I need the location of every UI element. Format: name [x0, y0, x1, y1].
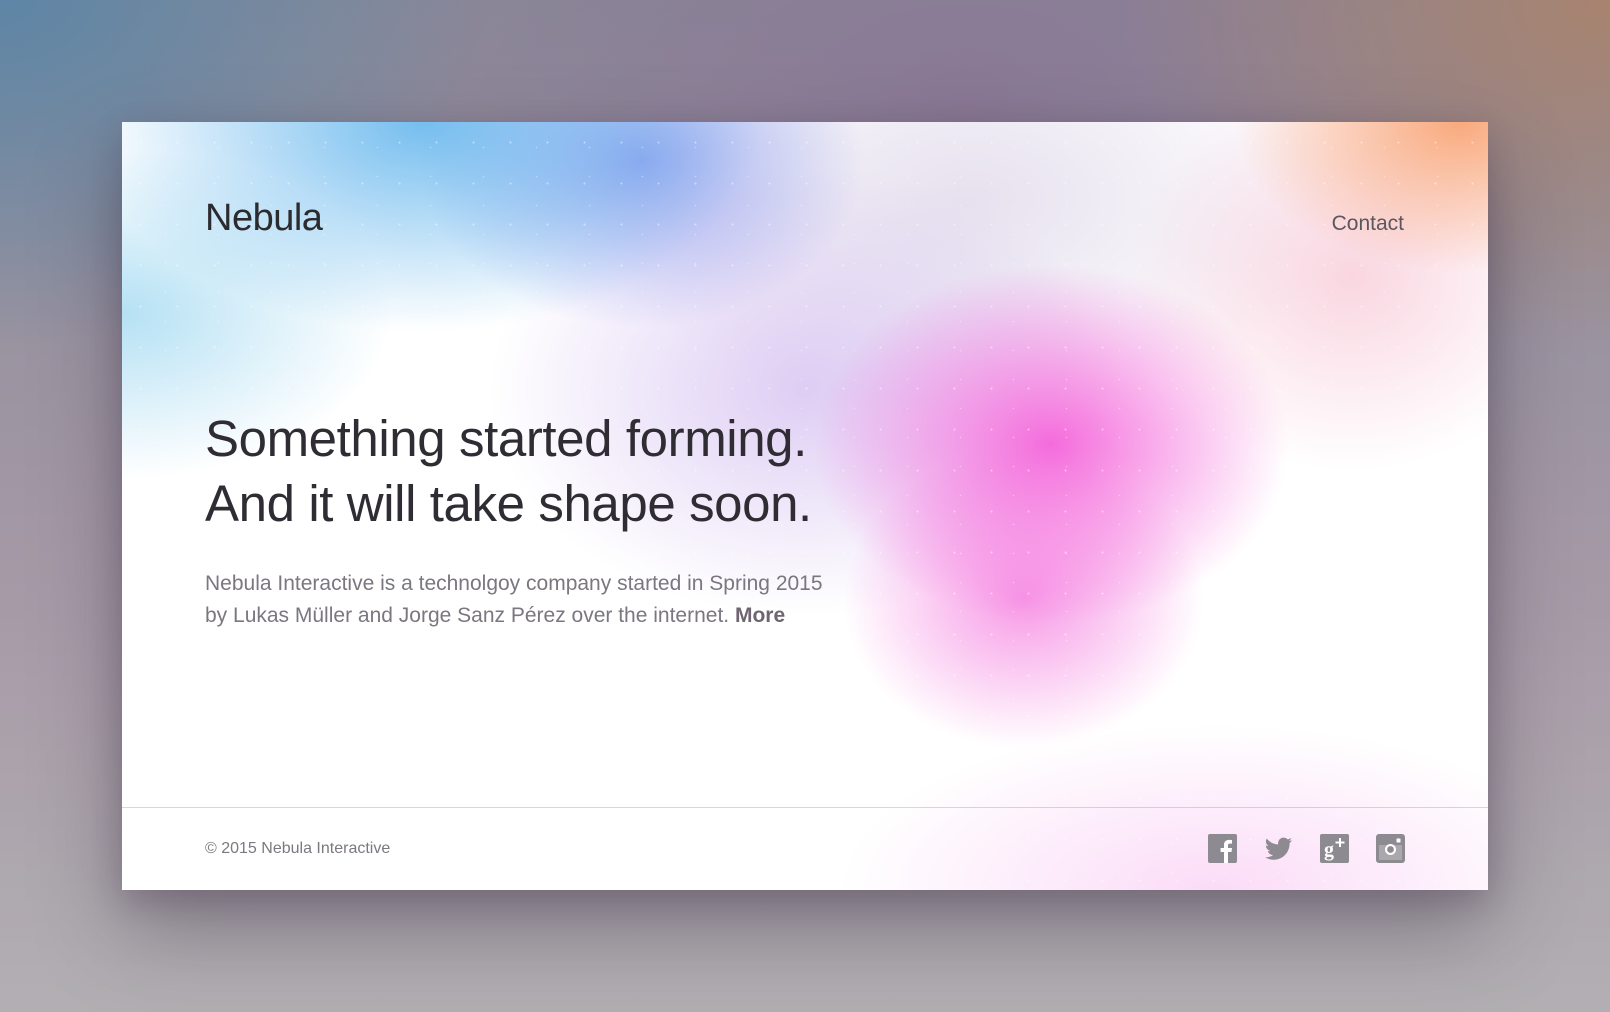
svg-text:g: g [1324, 839, 1334, 861]
hero-headline: Something started forming. And it will t… [205, 406, 965, 536]
description-line-2-wrap: by Lukas Müller and Jorge Sanz Pérez ove… [205, 600, 965, 632]
hero-section: Something started forming. And it will t… [205, 406, 965, 632]
more-link[interactable]: More [735, 604, 785, 627]
landing-card: Nebula Contact Something started forming… [122, 122, 1488, 890]
copyright-text: © 2015 Nebula Interactive [205, 840, 391, 857]
google-plus-icon[interactable]: g [1320, 834, 1349, 863]
contact-link[interactable]: Contact [1332, 212, 1404, 236]
facebook-icon[interactable] [1208, 834, 1237, 863]
twitter-icon[interactable] [1264, 834, 1293, 863]
headline-line-2: And it will take shape soon. [205, 475, 812, 532]
footer: © 2015 Nebula Interactive g [122, 808, 1488, 890]
headline-line-1: Something started forming. [205, 410, 807, 467]
social-links: g [1208, 834, 1405, 863]
instagram-icon[interactable] [1376, 834, 1405, 863]
hero-description: Nebula Interactive is a technolgoy compa… [205, 568, 965, 632]
site-logo[interactable]: Nebula [205, 197, 323, 240]
description-line-1: Nebula Interactive is a technolgoy compa… [205, 572, 823, 595]
description-line-2: by Lukas Müller and Jorge Sanz Pérez ove… [205, 604, 730, 627]
